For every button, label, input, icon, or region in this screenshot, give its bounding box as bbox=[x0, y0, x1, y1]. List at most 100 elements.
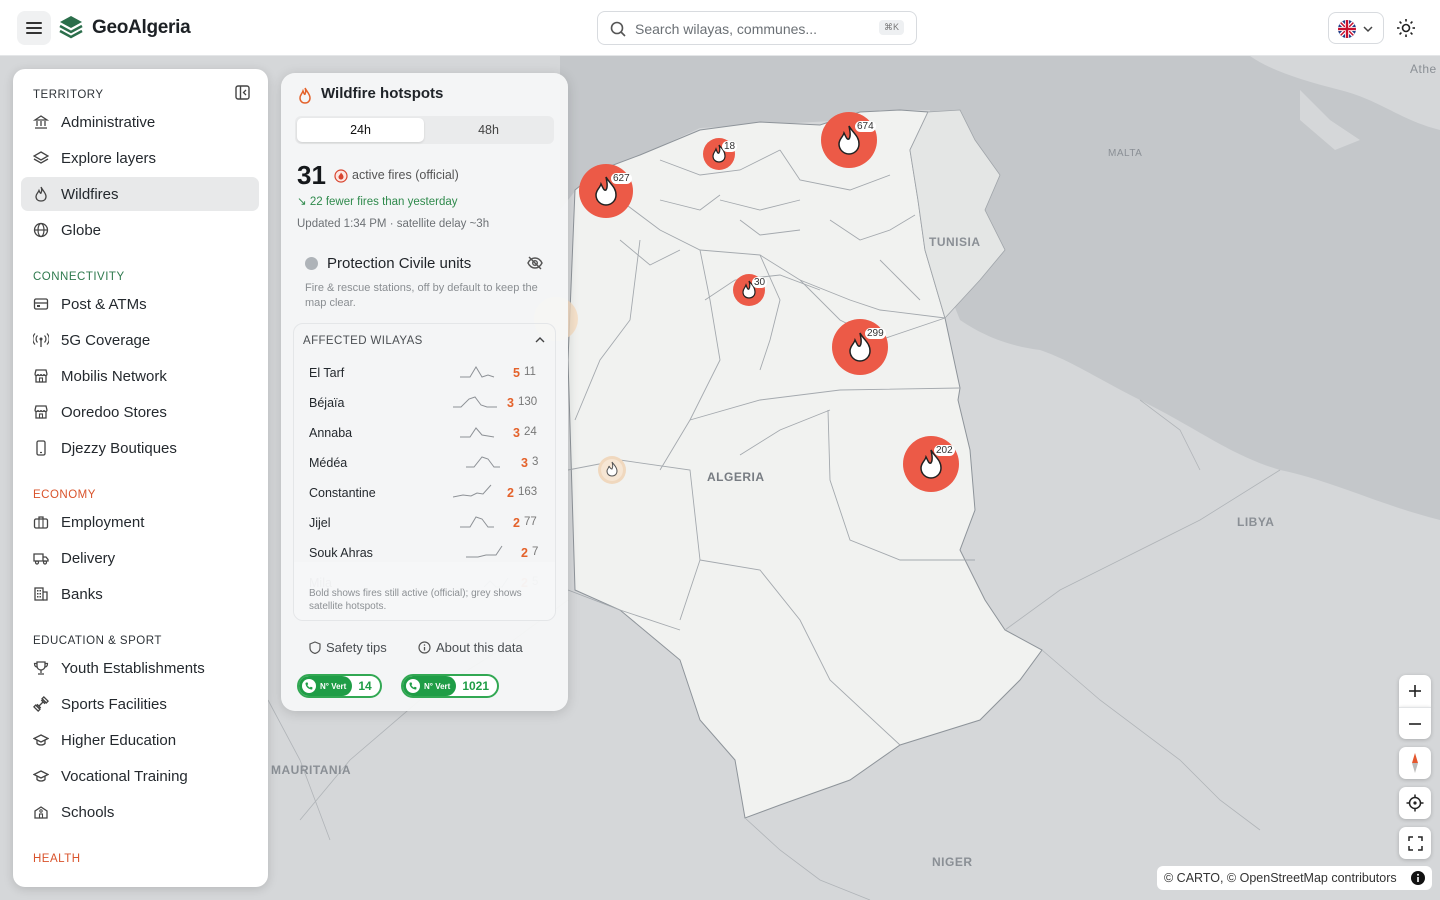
wilaya-name: Béjaïa bbox=[309, 396, 345, 410]
store-icon bbox=[33, 368, 49, 384]
sidebar-item-employment[interactable]: Employment bbox=[21, 505, 259, 539]
sidebar-item-label: Delivery bbox=[61, 549, 116, 567]
brand-name: GeoAlgeria bbox=[92, 17, 191, 38]
graduation-icon bbox=[33, 768, 49, 784]
sidebar-item-sports-facilities[interactable]: Sports Facilities bbox=[21, 687, 259, 721]
wilaya-hotspot-count: 24 bbox=[524, 426, 537, 438]
locate-button[interactable] bbox=[1399, 787, 1431, 819]
zoom-out-button[interactable] bbox=[1399, 707, 1431, 739]
info-icon[interactable] bbox=[1411, 871, 1425, 885]
sidebar-item-label: Schools bbox=[61, 803, 115, 821]
sidebar-item-mobilis-network[interactable]: Mobilis Network bbox=[21, 359, 259, 393]
protection-civile-title[interactable]: Protection Civile units bbox=[327, 255, 471, 272]
sidebar-section-title: ECONOMY bbox=[33, 489, 96, 501]
sidebar-item-delivery[interactable]: Delivery bbox=[21, 541, 259, 575]
fire-cluster[interactable]: 627 bbox=[579, 164, 633, 223]
sidebar-collapse-icon[interactable] bbox=[235, 85, 250, 100]
hotline-pill-1021[interactable]: N° Vert 1021 bbox=[401, 674, 500, 698]
wilaya-name: Médéa bbox=[309, 456, 348, 470]
sidebar-item-youth-establishments[interactable]: Youth Establishments bbox=[21, 651, 259, 685]
bank-icon bbox=[33, 114, 49, 130]
tab-48h[interactable]: 48h bbox=[425, 118, 552, 142]
fire-cluster-count: 299 bbox=[865, 328, 886, 339]
sidebar-item-label: Wildfires bbox=[61, 185, 119, 203]
wilaya-active-count: 3 bbox=[507, 396, 514, 410]
sidebar-section-title: CONNECTIVITY bbox=[33, 271, 125, 283]
fire-cluster[interactable]: 202 bbox=[903, 436, 959, 497]
wilaya-row[interactable]: Béjaïa 3 130 bbox=[294, 388, 555, 418]
sidebar-item-5g-coverage[interactable]: 5G Coverage bbox=[21, 323, 259, 357]
menu-button[interactable] bbox=[17, 11, 51, 45]
eye-off-icon[interactable] bbox=[526, 254, 544, 272]
sidebar-item-higher-education[interactable]: Higher Education bbox=[21, 723, 259, 757]
chevron-up-icon[interactable] bbox=[535, 336, 545, 344]
sidebar-item-label: Banks bbox=[61, 585, 103, 603]
wilaya-hotspot-count: 130 bbox=[518, 396, 538, 408]
affected-wilayas-heading: AFFECTED WILAYAS bbox=[303, 335, 423, 347]
sidebar-section-title: TERRITORY bbox=[33, 89, 104, 101]
sidebar-item-banks[interactable]: Banks bbox=[21, 577, 259, 611]
search-placeholder: Search wilayas, communes... bbox=[635, 21, 818, 37]
truck-icon bbox=[33, 550, 49, 566]
fire-cluster[interactable]: 18 bbox=[703, 138, 738, 175]
panel-title: Wildfire hotspots bbox=[321, 85, 444, 102]
tab-24h[interactable]: 24h bbox=[297, 118, 424, 142]
sidebar-item-djezzy-boutiques[interactable]: Djezzy Boutiques bbox=[21, 431, 259, 465]
plus-icon bbox=[1409, 685, 1421, 697]
phone-icon bbox=[406, 679, 420, 693]
sidebar-item-ooredoo-stores[interactable]: Ooredoo Stores bbox=[21, 395, 259, 429]
wilaya-name: Constantine bbox=[309, 486, 376, 500]
fire-cluster[interactable]: 299 bbox=[832, 319, 888, 380]
wilaya-hotspot-count: 11 bbox=[524, 366, 536, 378]
trend-sparkline bbox=[453, 484, 492, 498]
fire-cluster[interactable]: 674 bbox=[821, 112, 877, 173]
affected-wilayas-footnote: Bold shows fires still active (official)… bbox=[309, 588, 522, 612]
sidebar-item-vocational-training[interactable]: Vocational Training bbox=[21, 759, 259, 793]
safety-tips-link[interactable]: Safety tips bbox=[309, 640, 387, 655]
sidebar-section-title: HEALTH bbox=[33, 853, 81, 865]
sidebar-item-label: 5G Coverage bbox=[61, 331, 151, 349]
wilaya-row[interactable]: Jijel 2 77 bbox=[294, 508, 555, 538]
trend-sparkline bbox=[460, 516, 494, 528]
sidebar-item-globe[interactable]: Globe bbox=[21, 213, 259, 247]
phone-icon bbox=[33, 440, 49, 456]
fullscreen-button[interactable] bbox=[1399, 827, 1431, 859]
trend-sparkline bbox=[466, 456, 500, 468]
compass-button[interactable] bbox=[1399, 747, 1431, 779]
language-selector[interactable] bbox=[1328, 12, 1384, 44]
compass-icon bbox=[1412, 753, 1418, 773]
sidebar-item-administrative[interactable]: Administrative bbox=[21, 105, 259, 139]
wilaya-row[interactable]: El Tarf 5 11 bbox=[294, 358, 555, 388]
building-icon bbox=[33, 586, 49, 602]
wilaya-hotspot-count: 163 bbox=[518, 486, 538, 498]
wildfire-panel: Wildfire hotspots 24h 48h 31 active fire… bbox=[281, 73, 568, 711]
fire-hotspot-marker[interactable] bbox=[598, 456, 626, 489]
shield-icon bbox=[309, 641, 321, 654]
hotline-number: 1021 bbox=[462, 679, 490, 693]
wilaya-active-count: 3 bbox=[513, 426, 520, 440]
sidebar-item-post-atms[interactable]: Post & ATMs bbox=[21, 287, 259, 321]
fire-cluster[interactable]: 30 bbox=[733, 274, 768, 311]
search-input[interactable]: Search wilayas, communes... ⌘K bbox=[597, 11, 917, 45]
wilaya-row[interactable]: Annaba 3 24 bbox=[294, 418, 555, 448]
attribution-text[interactable]: © CARTO, © OpenStreetMap contributors bbox=[1164, 871, 1397, 885]
wilaya-row[interactable]: Médéa 3 3 bbox=[294, 448, 555, 478]
sidebar-item-wildfires[interactable]: Wildfires bbox=[21, 177, 259, 211]
layers-icon bbox=[33, 150, 49, 166]
sidebar-item-schools[interactable]: Schools bbox=[21, 795, 259, 829]
country-label-libya: LIBYA bbox=[1237, 515, 1275, 529]
wilaya-name: Souk Ahras bbox=[309, 546, 373, 560]
country-label-niger: NIGER bbox=[932, 855, 973, 869]
about-data-link[interactable]: About this data bbox=[418, 640, 523, 655]
sidebar-item-explore-layers[interactable]: Explore layers bbox=[21, 141, 259, 175]
wilaya-active-count: 3 bbox=[521, 456, 528, 470]
zoom-in-button[interactable] bbox=[1399, 675, 1431, 707]
theme-toggle[interactable] bbox=[1394, 16, 1418, 40]
sidebar-item-label: Explore layers bbox=[61, 149, 157, 167]
wilaya-row[interactable]: Constantine 2 163 bbox=[294, 478, 555, 508]
protection-civile-toggle-dot[interactable] bbox=[305, 257, 318, 270]
wilaya-name: Jijel bbox=[309, 516, 331, 530]
hotline-pill-14[interactable]: N° Vert 14 bbox=[297, 674, 382, 698]
time-range-toggle: 24h 48h bbox=[295, 116, 554, 144]
sidebar-item-label: Vocational Training bbox=[61, 767, 188, 785]
